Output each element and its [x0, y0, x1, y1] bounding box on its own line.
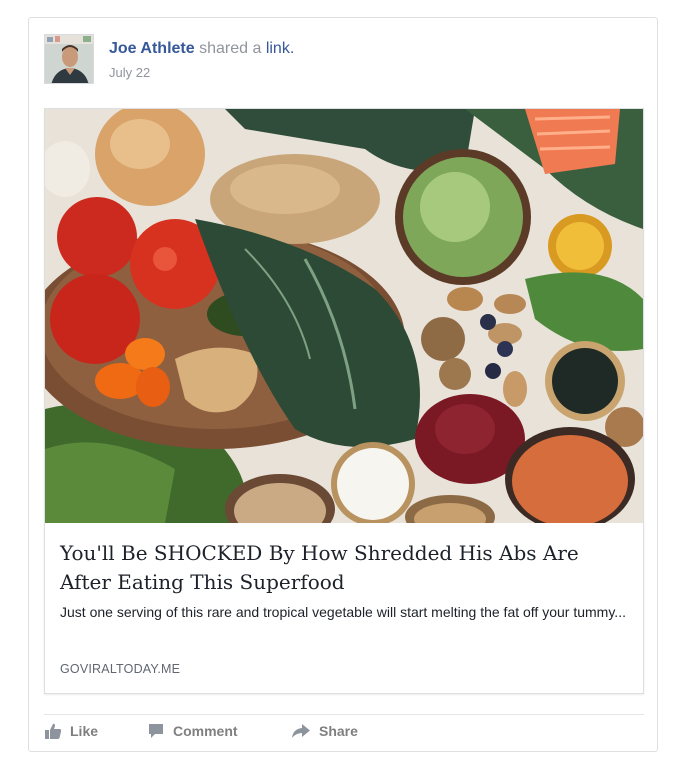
like-label: Like — [70, 723, 99, 739]
post-actions: Like Comment Share — [44, 722, 644, 746]
like-button[interactable]: Like — [44, 722, 98, 740]
post-header: Joe Athlete shared a link. July 22 — [44, 34, 644, 86]
link-word[interactable]: link. — [266, 40, 294, 57]
post-meta: Joe Athlete shared a link. July 22 — [109, 39, 294, 80]
action-divider — [44, 714, 644, 715]
feed-post: Joe Athlete shared a link. July 22 You'l… — [28, 17, 658, 752]
comment-icon — [147, 722, 165, 740]
hero-image[interactable] — [45, 109, 643, 523]
article-description: Just one serving of this rare and tropic… — [60, 604, 626, 620]
comment-label: Comment — [173, 723, 238, 739]
article-title[interactable]: You'll Be SHOCKED By How Shredded His Ab… — [60, 539, 630, 597]
share-icon — [291, 722, 311, 740]
avatar[interactable] — [44, 34, 94, 84]
share-button[interactable]: Share — [291, 722, 358, 740]
comment-button[interactable]: Comment — [147, 722, 238, 740]
link-preview-card[interactable]: You'll Be SHOCKED By How Shredded His Ab… — [44, 108, 644, 694]
share-label: Share — [319, 723, 358, 739]
article-domain: GOVIRALTODAY.ME — [60, 662, 181, 676]
action-text: shared a — [194, 40, 266, 57]
post-date[interactable]: July 22 — [109, 65, 294, 80]
like-icon — [44, 722, 62, 740]
author-name[interactable]: Joe Athlete — [109, 40, 195, 57]
post-byline: Joe Athlete shared a link. — [109, 39, 294, 59]
